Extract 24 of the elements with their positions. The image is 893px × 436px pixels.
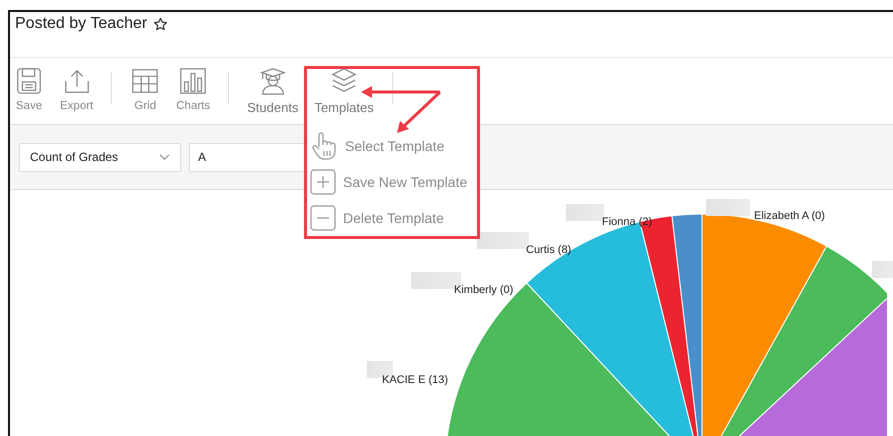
grid-button[interactable]: Grid [126,58,164,112]
templates-button[interactable]: Templates [310,58,378,115]
measure-dropdown[interactable]: Count of Grades [19,142,181,172]
students-button[interactable]: Students [243,58,302,115]
minus-icon [310,205,336,231]
slice-label: Curtis (8) [526,244,572,256]
page-title: Posted by Teacher [15,15,148,33]
slice-label: KACIE E (13) [382,374,448,386]
slice-label: Elizabeth A (0) [754,210,825,222]
star-icon[interactable] [153,17,168,32]
bar-chart-icon [178,66,208,96]
save-button[interactable]: Save [10,58,48,112]
redacted-block [706,199,750,216]
chevron-down-icon [159,154,170,160]
hand-pointer-icon [310,131,338,161]
export-button[interactable]: Export [56,58,98,112]
graduate-icon [258,66,288,96]
charts-button[interactable]: Charts [172,58,214,112]
grid-icon [130,66,160,96]
menu-item[interactable]: Delete Template [308,200,476,236]
slice-label: Kimberly (0) [454,284,514,296]
redacted-block [872,261,893,278]
redacted-block [566,204,604,221]
plus-icon [310,169,336,195]
